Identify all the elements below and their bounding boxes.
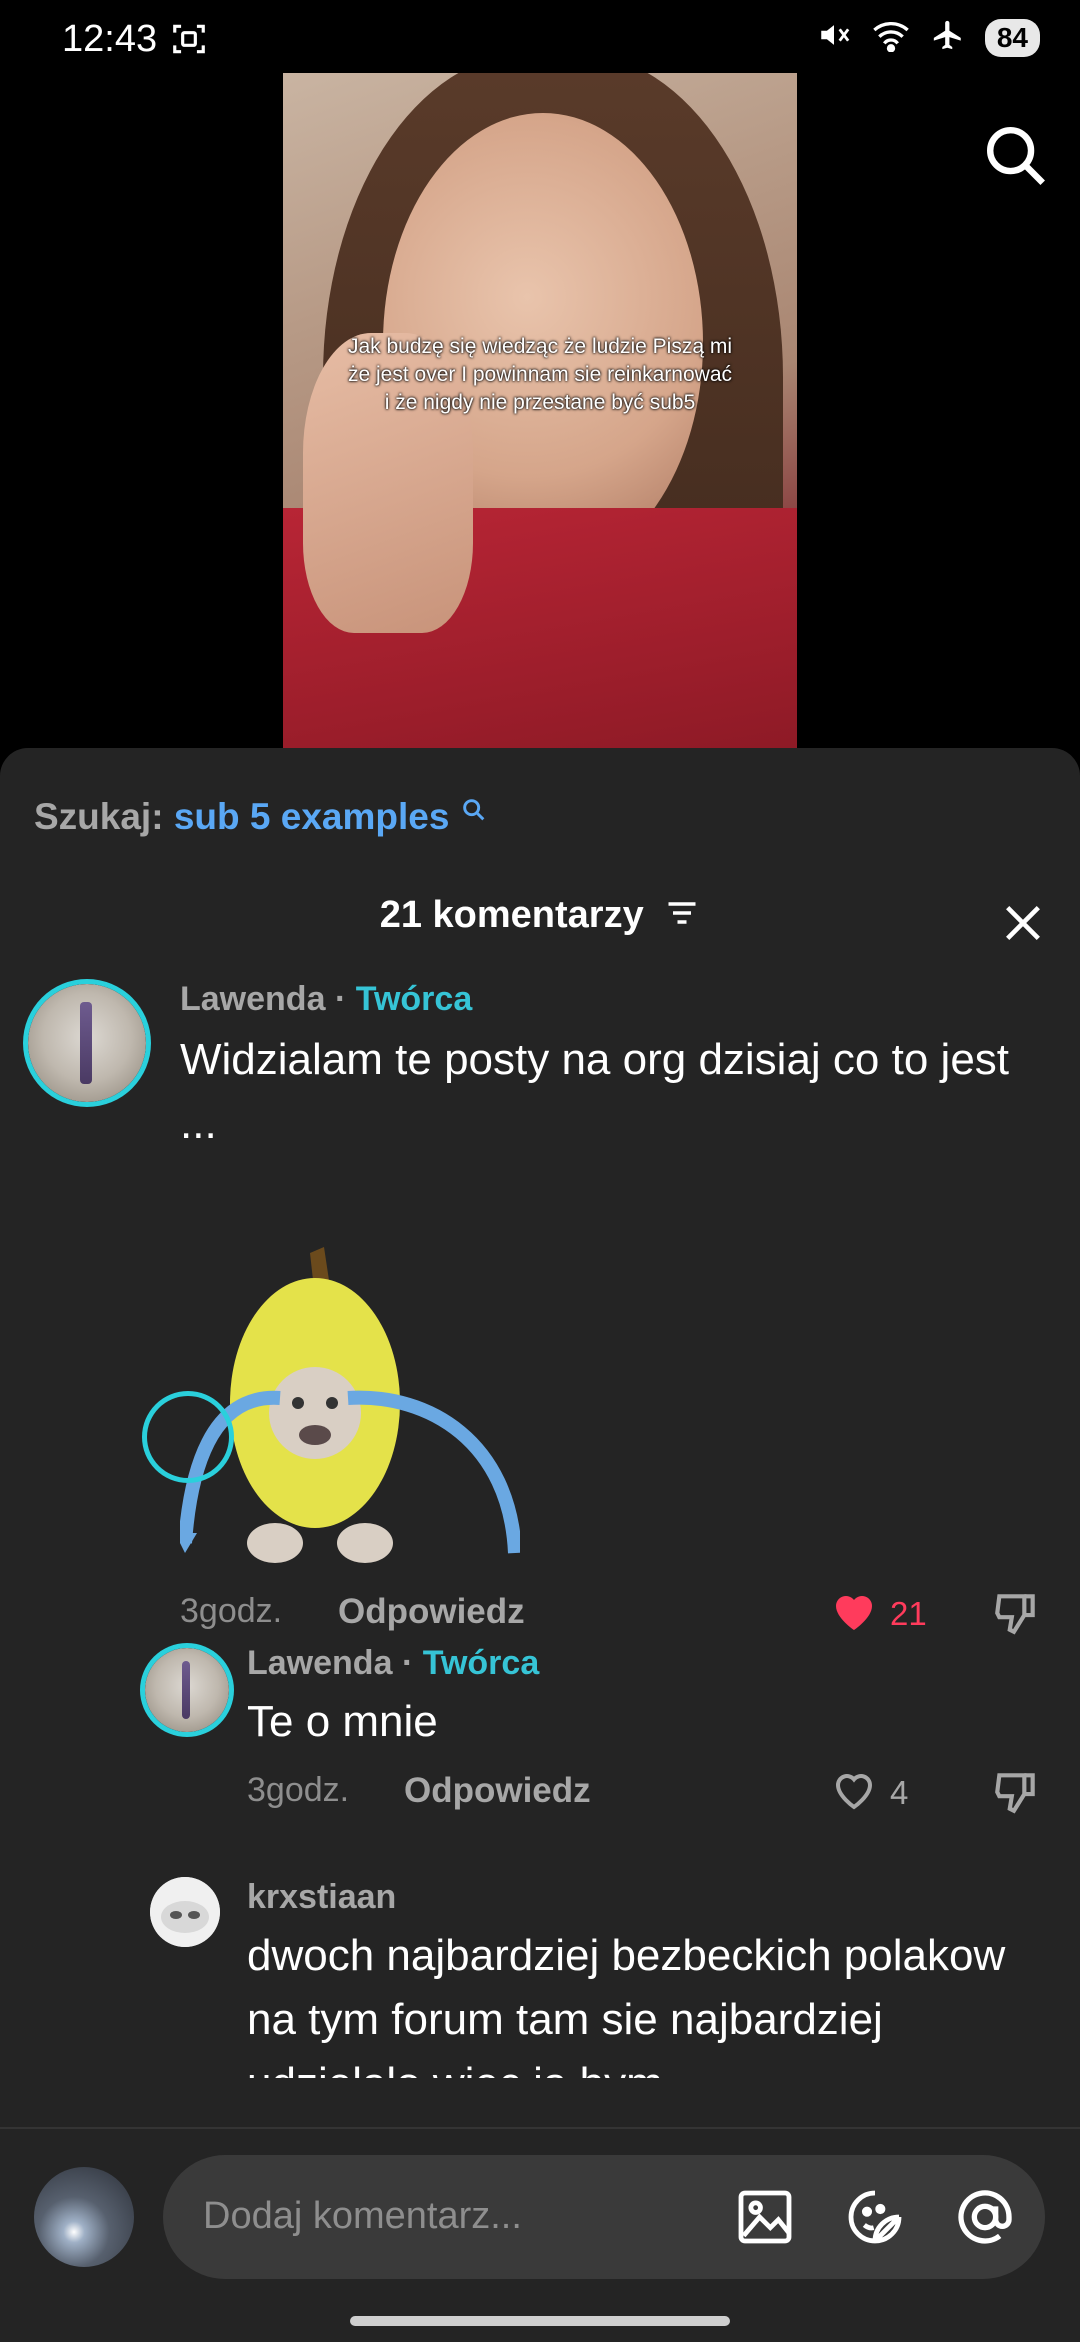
heart-outline-icon	[830, 1767, 878, 1819]
video-player[interactable]: Jak budzę się wiedząc że ludzie Piszą mi…	[283, 73, 797, 748]
comment-meta: krxstiaan	[247, 1878, 396, 1917]
comment-meta: Lawenda · Twórca	[180, 980, 472, 1019]
reply-avatar[interactable]	[145, 1648, 229, 1732]
comment-author[interactable]: Lawenda	[180, 980, 325, 1018]
comment-text: dwoch najbardziej bezbeckich polakow na …	[247, 1931, 1006, 2078]
comment-composer: Dodaj komentarz...	[0, 2127, 1080, 2342]
meta-separator: ·	[401, 1644, 414, 1682]
screenshot-icon	[170, 20, 208, 63]
mute-icon	[817, 18, 851, 57]
image-icon[interactable]	[733, 2185, 797, 2249]
banana-cat-sticker	[175, 1243, 522, 1583]
dislike-icon[interactable]	[991, 1767, 1041, 1817]
like-count: 21	[890, 1595, 927, 1632]
comment-meta: Lawenda · Twórca	[247, 1644, 539, 1683]
comment-timestamp: 3godz.	[180, 1592, 283, 1630]
heart-filled-icon	[830, 1588, 878, 1640]
creator-badge: Twórca	[422, 1644, 540, 1682]
reply-button[interactable]: Odpowiedz	[404, 1771, 591, 1811]
comment-timestamp: 3godz.	[247, 1771, 350, 1809]
comment-text: Te o mnie	[247, 1697, 438, 1746]
like-button[interactable]: 4	[830, 1767, 908, 1819]
status-bar: 12:43 84	[0, 0, 1080, 80]
search-suggestion-query[interactable]: sub 5 examples	[174, 796, 450, 837]
search-suggestion[interactable]: Szukaj: sub 5 examples	[34, 796, 488, 838]
comments-list[interactable]: Lawenda · Twórca Widzialam te posty na o…	[0, 978, 1080, 2078]
filter-icon[interactable]	[664, 895, 700, 938]
comment-input[interactable]: Dodaj komentarz...	[163, 2155, 1045, 2279]
avatar[interactable]	[150, 1877, 220, 1947]
search-suggestion-label: Szukaj:	[34, 796, 164, 837]
comment-author[interactable]: krxstiaan	[247, 1878, 396, 1916]
comments-sheet: Szukaj: sub 5 examples 21 komentarzy Law…	[0, 748, 1080, 2340]
search-icon[interactable]	[980, 120, 1050, 190]
emoji-sticker-icon[interactable]	[843, 2185, 907, 2249]
battery-indicator: 84	[984, 18, 1040, 57]
avatar[interactable]	[147, 1396, 229, 1478]
comment-author[interactable]: Lawenda	[247, 1644, 392, 1682]
avatar[interactable]	[28, 984, 146, 1102]
airplane-icon	[931, 18, 965, 57]
meta-separator: ·	[334, 980, 347, 1018]
dislike-icon[interactable]	[991, 1588, 1041, 1638]
comments-header: 21 komentarzy	[0, 894, 1080, 938]
close-icon[interactable]	[1000, 900, 1046, 946]
comments-count-title: 21 komentarzy	[379, 894, 644, 936]
status-time: 12:43	[62, 18, 158, 60]
comment-input-placeholder: Dodaj komentarz...	[203, 2195, 522, 2237]
wifi-icon	[871, 18, 911, 57]
video-caption: Jak budzę się wiedząc że ludzie Piszą mi…	[347, 335, 732, 414]
search-small-icon	[460, 796, 488, 837]
like-count: 4	[890, 1774, 909, 1811]
like-button[interactable]: 21	[830, 1588, 927, 1640]
home-indicator[interactable]	[350, 2316, 730, 2326]
creator-badge: Twórca	[355, 980, 473, 1018]
reply-button[interactable]: Odpowiedz	[338, 1592, 525, 1632]
my-avatar[interactable]	[34, 2167, 134, 2267]
comment-text: Widzialam te posty na org dzisiaj co to …	[180, 1035, 1010, 1148]
mention-icon[interactable]	[953, 2185, 1017, 2249]
